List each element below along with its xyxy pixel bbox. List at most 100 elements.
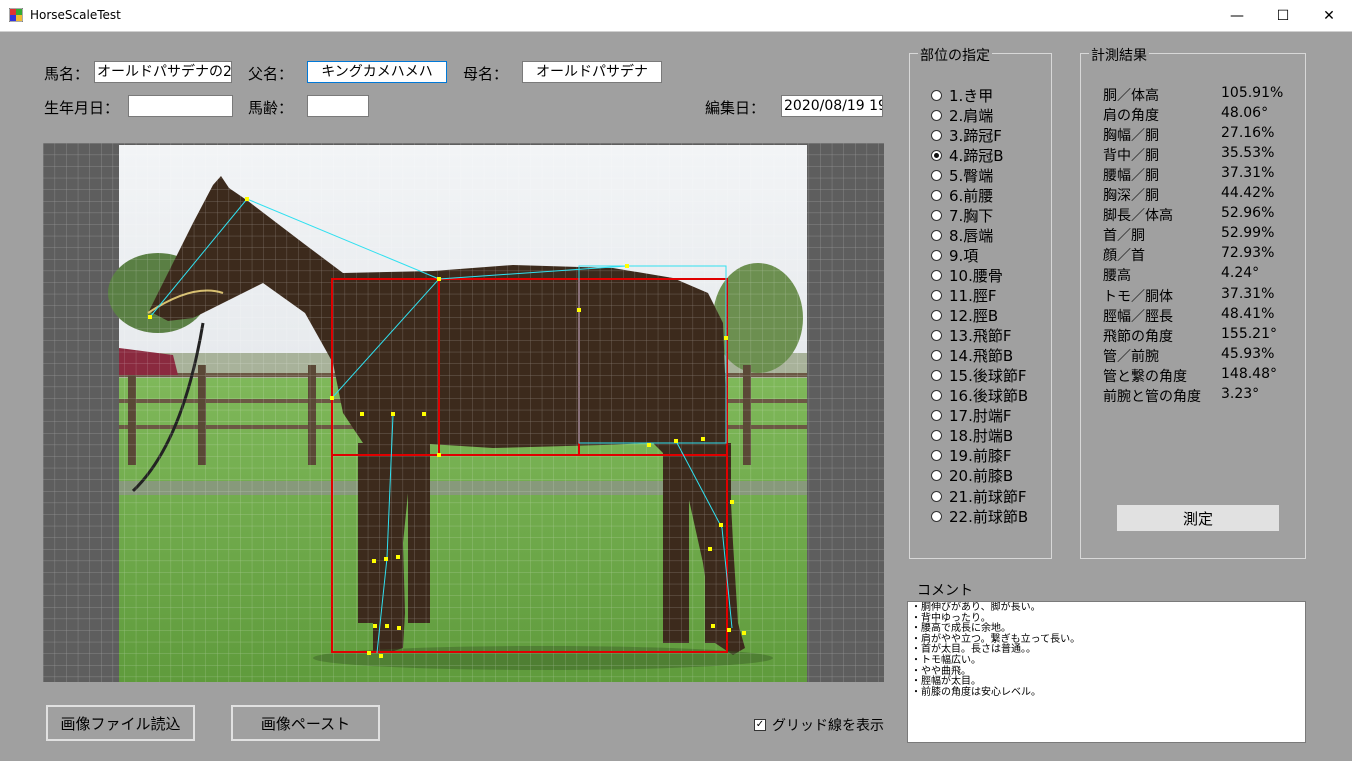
part-radio[interactable]: 22.前球節B [931, 506, 1028, 526]
part-radio[interactable]: 7.胸下 [931, 205, 993, 225]
part-radio[interactable]: 14.飛節B [931, 346, 1013, 366]
part-radio-label: 1.き甲 [949, 86, 994, 105]
part-radio[interactable]: 5.臀端 [931, 165, 993, 185]
part-radio[interactable]: 15.後球節F [931, 366, 1026, 386]
result-name: 飛節の角度 [1103, 328, 1173, 345]
part-radio-label: 14.飛節B [949, 347, 1014, 366]
part-radio-label: 9.項 [949, 246, 979, 265]
sire-label: 父名： [248, 65, 294, 83]
result-name: 背中／胴 [1103, 148, 1159, 165]
part-radio[interactable]: 6.前腰 [931, 185, 993, 205]
part-radio[interactable]: 4.蹄冠B [931, 145, 1004, 165]
part-radio[interactable]: 20.前膝B [931, 466, 1013, 486]
radio-indicator-icon [931, 89, 942, 101]
part-radio[interactable]: 17.肘端F [931, 406, 1011, 426]
sire-field[interactable]: キングカメハメハ [307, 61, 447, 83]
result-name: 首／胴 [1103, 228, 1145, 245]
radio-indicator-icon [931, 510, 942, 522]
maximize-button[interactable]: ☐ [1260, 0, 1306, 31]
radio-indicator-icon [931, 109, 942, 121]
parts-title: 部位の指定 [918, 45, 992, 65]
load-image-button[interactable]: 画像ファイル読込 [46, 705, 195, 741]
result-name: 顔／首 [1103, 248, 1145, 265]
part-radio-label: 10.腰骨 [949, 266, 1003, 285]
edit-date-label: 編集日： [705, 99, 766, 117]
part-radio[interactable]: 12.脛B [931, 306, 998, 326]
birthdate-field[interactable] [128, 95, 233, 117]
radio-indicator-icon [931, 149, 942, 161]
radio-indicator-icon [931, 129, 942, 141]
dam-label: 母名： [463, 65, 509, 83]
minimize-icon: — [1230, 7, 1244, 24]
part-radio[interactable]: 13.飛節F [931, 326, 1011, 346]
result-value: 37.31% [1221, 165, 1275, 182]
part-radio[interactable]: 1.き甲 [931, 85, 993, 105]
result-name: 胸幅／胴 [1103, 128, 1159, 145]
part-radio-label: 19.前膝F [949, 447, 1012, 466]
dam-field[interactable]: オールドパサデナ [522, 61, 662, 83]
part-radio[interactable]: 21.前球節F [931, 486, 1026, 506]
part-radio-label: 7.胸下 [949, 206, 994, 225]
part-radio-label: 8.唇端 [949, 226, 994, 245]
result-value: 105.91% [1221, 85, 1284, 101]
part-radio[interactable]: 8.唇端 [931, 225, 993, 245]
grid-checkbox-label: グリッド線を表示 [772, 718, 884, 734]
result-value: 4.24° [1221, 265, 1260, 282]
radio-indicator-icon [931, 310, 942, 322]
part-radio[interactable]: 10.腰骨 [931, 265, 1003, 285]
horse-image-canvas[interactable] [43, 143, 884, 682]
part-radio[interactable]: 11.脛F [931, 286, 996, 306]
part-radio[interactable]: 3.蹄冠F [931, 125, 1002, 145]
part-radio-label: 20.前膝B [949, 467, 1014, 486]
minimize-button[interactable]: — [1214, 0, 1260, 31]
comment-textarea[interactable]: ・胴伸びがあり、脚が長い。 ・背中ゆったり。 ・腰高で成長に余地。 ・肩がやや立つ。繋… [907, 601, 1306, 743]
result-name: 腰幅／胴 [1103, 168, 1159, 185]
result-value: 48.06° [1221, 105, 1269, 122]
app-icon [9, 8, 23, 22]
part-radio-label: 6.前腰 [949, 186, 994, 205]
comment-line: ・胴伸びがあり、脚が長い。 [911, 602, 1041, 613]
radio-indicator-icon [931, 430, 942, 442]
measure-button[interactable]: 測定 [1117, 505, 1279, 531]
grid-checkbox[interactable]: ✓ グリッド線を表示 [754, 715, 884, 735]
window-title: HorseScaleTest [30, 8, 121, 22]
part-radio-label: 5.臀端 [949, 166, 994, 185]
part-radio[interactable]: 16.後球節B [931, 386, 1028, 406]
close-button[interactable]: ✕ [1306, 0, 1352, 31]
result-name: 管と繋の角度 [1103, 368, 1187, 385]
radio-indicator-icon [931, 410, 942, 422]
close-icon: ✕ [1323, 7, 1335, 24]
part-radio-label: 2.肩端 [949, 106, 994, 125]
results-title: 計測結果 [1089, 45, 1149, 65]
part-radio-label: 4.蹄冠B [949, 146, 1004, 165]
result-name: 管／前腕 [1103, 348, 1159, 365]
part-radio[interactable]: 9.項 [931, 245, 978, 265]
part-radio-label: 11.脛F [949, 287, 997, 305]
result-value: 48.41% [1221, 305, 1275, 322]
result-name: 胴／体高 [1103, 88, 1159, 104]
title-bar: HorseScaleTest — ☐ ✕ [0, 0, 1352, 32]
checkbox-check-icon: ✓ [754, 719, 766, 731]
radio-indicator-icon [931, 490, 942, 502]
radio-indicator-icon [931, 269, 942, 281]
result-value: 155.21° [1221, 325, 1277, 342]
comment-line: ・前膝の角度は安心レベル。 [911, 686, 1041, 698]
part-radio-label: 15.後球節F [949, 367, 1027, 386]
paste-image-button[interactable]: 画像ペースト [231, 705, 380, 741]
radio-indicator-icon [931, 290, 942, 301]
part-radio[interactable]: 2.肩端 [931, 105, 993, 125]
result-value: 3.23° [1221, 385, 1260, 402]
maximize-icon: ☐ [1276, 7, 1290, 24]
comment-line: ・トモ幅広い。 [911, 654, 981, 666]
part-radio[interactable]: 19.前膝F [931, 446, 1011, 466]
horse-name-field[interactable]: オールドパサデナの20 [94, 61, 232, 83]
radio-indicator-icon [931, 470, 942, 482]
part-radio-label: 13.飛節F [949, 327, 1012, 346]
radio-indicator-icon [931, 209, 942, 221]
radio-indicator-icon [931, 169, 942, 181]
result-name: 胸深／胴 [1103, 188, 1159, 205]
radio-indicator-icon [931, 390, 942, 402]
part-radio[interactable]: 18.肘端B [931, 426, 1013, 446]
age-field[interactable] [307, 95, 369, 117]
edit-date-field[interactable]: 2020/08/19 19 [781, 95, 883, 117]
